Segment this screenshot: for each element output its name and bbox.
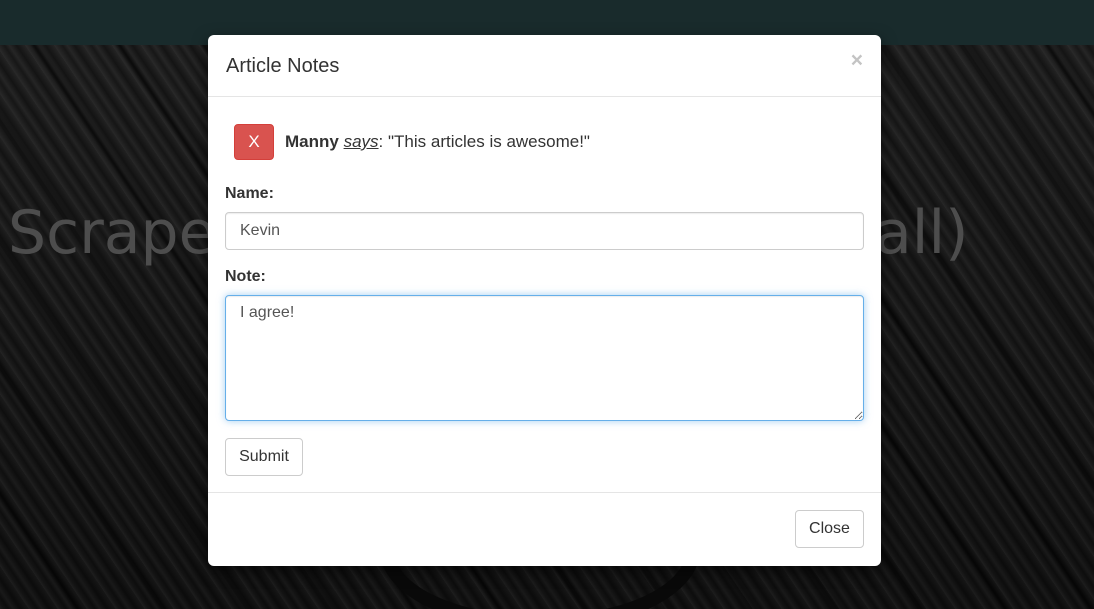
modal-header: Article Notes ×: [208, 35, 881, 97]
modal-body: X Manny says: "This articles is awesome!…: [208, 97, 881, 493]
modal-title: Article Notes: [226, 55, 340, 77]
note-says: says: [343, 132, 379, 151]
note-text: "This articles is awesome!": [388, 132, 590, 151]
existing-note: Manny says: "This articles is awesome!": [285, 132, 590, 152]
name-label: Name:: [225, 185, 274, 202]
article-notes-modal: Article Notes × X Manny says: "This arti…: [208, 35, 881, 566]
close-button[interactable]: Close: [795, 510, 864, 548]
note-separator: :: [378, 132, 388, 151]
page: Scrape the World of Reddit (/all) Articl…: [0, 0, 1094, 609]
name-input[interactable]: [225, 212, 864, 250]
note-author: Manny: [285, 132, 339, 151]
note-label: Note:: [225, 268, 266, 285]
delete-note-button[interactable]: X: [234, 124, 274, 160]
close-icon[interactable]: ×: [851, 49, 863, 73]
submit-button[interactable]: Submit: [225, 438, 303, 476]
note-textarea[interactable]: I agree!: [225, 295, 864, 421]
modal-footer: Close: [208, 493, 881, 566]
